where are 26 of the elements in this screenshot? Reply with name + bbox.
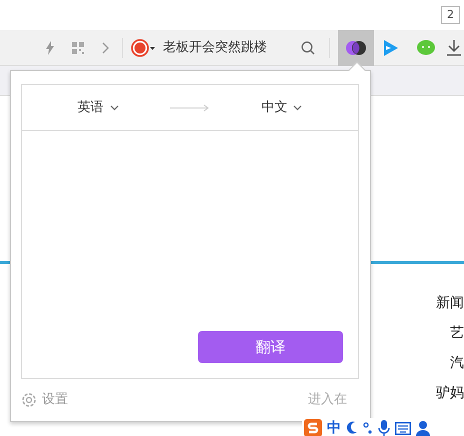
source-language-dropdown[interactable]: 英语: [78, 98, 119, 118]
user-icon[interactable]: [416, 420, 430, 436]
download-icon[interactable]: [447, 40, 461, 56]
page-link[interactable]: 艺: [450, 322, 464, 344]
search-suggestion-text[interactable]: 老板开会突然跳楼: [163, 38, 267, 58]
target-language-dropdown[interactable]: 中文: [261, 98, 302, 118]
play-icon[interactable]: [383, 38, 399, 56]
page-link[interactable]: 汽: [450, 352, 464, 374]
caret-icon: [293, 104, 302, 110]
keyboard-icon[interactable]: [395, 422, 411, 434]
translate-button[interactable]: 翻译: [198, 331, 343, 363]
microphone-icon[interactable]: [378, 420, 390, 436]
page-link[interactable]: 新闻: [436, 292, 464, 314]
gear-icon: [21, 392, 37, 408]
search-engine-logo-icon[interactable]: [131, 38, 155, 56]
arrow-icon: [170, 104, 210, 112]
tab-counter: 2: [441, 6, 460, 24]
translate-icon: [345, 40, 367, 56]
moon-icon[interactable]: [346, 421, 358, 435]
caret-icon: [110, 104, 119, 110]
punctuation-icon[interactable]: [363, 421, 373, 435]
page-link[interactable]: 驴妈: [436, 382, 464, 404]
input-method-logo-icon[interactable]: [304, 419, 322, 436]
translate-toolbar-button[interactable]: [338, 30, 374, 66]
input-mode-toggle[interactable]: 中: [327, 419, 341, 436]
search-icon[interactable]: [301, 40, 315, 54]
